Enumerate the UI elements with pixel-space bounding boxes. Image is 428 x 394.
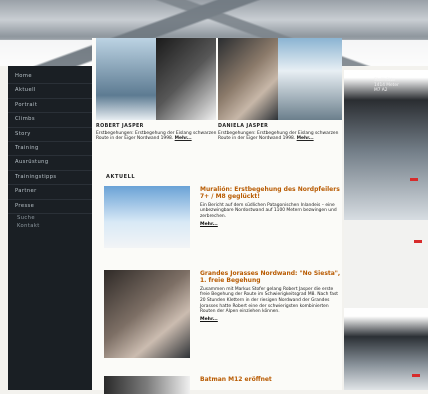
section-title-aktuell: AKTUELL	[106, 174, 136, 180]
photo-climber-ice-wall	[96, 38, 156, 120]
caption-robert-name: ROBERT JASPER	[96, 124, 144, 129]
news-image-muralion	[104, 186, 190, 248]
news-body-muralion: Ein Bericht auf dem südlichen Patagonisc…	[200, 202, 337, 219]
route-marker	[414, 240, 422, 243]
route-marker	[412, 374, 420, 377]
photo-robert-portrait	[156, 38, 216, 120]
news-title-muralion[interactable]: Muralión: Erstbegehung des Nordpfeilers …	[200, 186, 344, 201]
route-topo-label: Stallhütte 1414 Meter M7 A2	[374, 78, 399, 94]
news-image-grandes-jorasses	[104, 270, 190, 358]
caption-daniela-more-link[interactable]: Mehr...	[297, 136, 314, 141]
nav-item-story[interactable]: Story	[8, 128, 92, 142]
news-more-link-grandes-jorasses[interactable]: Mehr...	[200, 317, 344, 322]
caption-daniela-name: DANIELA JASPER	[218, 124, 269, 129]
news-title-grandes-jorasses[interactable]: Grandes Jorasses Nordwand: "No Siesta", …	[200, 270, 344, 285]
nav-subitem-suche[interactable]: Suche	[8, 214, 92, 222]
news-image-batman	[104, 376, 190, 394]
nav-item-partner[interactable]: Partner	[8, 185, 92, 200]
photo-climber-overhang	[278, 38, 342, 120]
news-body-grandes-jorasses: Zusammen mit Markus Stofer gelang Robert…	[200, 286, 339, 315]
caption-robert-text: Erstbegehungen: Erstbegehung der Eislang…	[96, 130, 217, 142]
caption-robert-more-link[interactable]: Mehr...	[175, 136, 192, 141]
main-navigation: Home Aktuell Portrait Climbs Story Train…	[8, 66, 92, 230]
nav-subitem-kontakt[interactable]: Kontakt	[8, 222, 92, 230]
nav-item-ausruestung[interactable]: Ausrüstung	[8, 156, 92, 171]
sidebar: Home Aktuell Portrait Climbs Story Train…	[8, 66, 92, 390]
right-column: Stallhütte 1414 Meter M7 A2	[344, 70, 428, 390]
photo-daniela-portrait	[218, 38, 278, 120]
route-topo-image-lower	[344, 308, 428, 390]
caption-daniela-text: Erstbegehungen: Erstbegehung der Eislang…	[218, 130, 339, 142]
caption-robert: ROBERT JASPER Erstbegehungen: Erstbegehu…	[96, 124, 218, 142]
main-content: ROBERT JASPER Erstbegehungen: Erstbegehu…	[92, 38, 344, 394]
nav-item-portrait[interactable]: Portrait	[8, 99, 92, 114]
caption-daniela: DANIELA JASPER Erstbegehungen: Erstbegeh…	[218, 124, 340, 142]
nav-item-training[interactable]: Training	[8, 142, 92, 157]
nav-item-trainingstipps[interactable]: Trainingstipps	[8, 171, 92, 186]
nav-item-climbs[interactable]: Climbs	[8, 113, 92, 128]
nav-item-aktuell[interactable]: Aktuell	[8, 84, 92, 99]
news-more-link-muralion[interactable]: Mehr...	[200, 222, 344, 227]
athlete-photo-strip	[96, 38, 344, 120]
nav-item-presse[interactable]: Presse	[8, 200, 92, 214]
route-marker	[410, 178, 418, 181]
nav-item-home[interactable]: Home	[8, 70, 92, 85]
news-title-batman[interactable]: Batman M12 eröffnet	[200, 376, 344, 383]
